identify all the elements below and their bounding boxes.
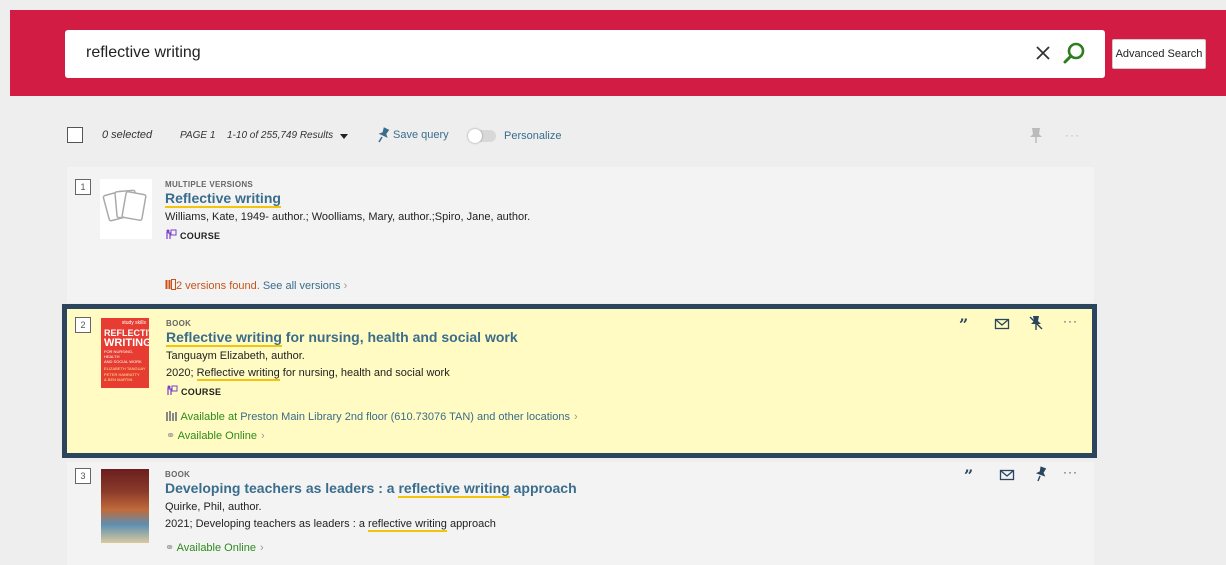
page-indicator: PAGE 1: [180, 130, 216, 141]
personalize-toggle[interactable]: [468, 129, 496, 143]
chevron-right-icon: ›: [573, 411, 578, 423]
personalize-label[interactable]: Personalize: [504, 130, 561, 142]
result-item[interactable]: 2 study skills REFLECTIVE WRITING FOR NU…: [62, 304, 1097, 458]
header-bar: reflective writing Advanced Search: [10, 10, 1226, 96]
see-all-versions-link[interactable]: See all versions: [263, 280, 341, 292]
availability-online[interactable]: ⚭ Available Online ›: [165, 541, 264, 554]
pub-rest: for nursing, health and social work: [279, 367, 450, 379]
course-icon: [166, 229, 177, 239]
title-rest[interactable]: for nursing, health and social work: [282, 329, 518, 345]
chevron-right-icon: ›: [343, 280, 348, 292]
result-type: BOOK: [165, 470, 191, 479]
pub-rest: approach: [446, 518, 496, 530]
book-cover[interactable]: [101, 469, 149, 543]
save-query-button[interactable]: Save query: [393, 129, 449, 141]
result-type: MULTIPLE VERSIONS: [165, 180, 254, 189]
selected-count: 0 selected: [102, 129, 153, 141]
result-publication: 2020; Reflective writing for nursing, he…: [166, 367, 450, 381]
versions-link[interactable]: 2 versions found. See all versions ›: [165, 279, 347, 292]
pub-prefix: 2020;: [166, 367, 197, 379]
versions-icon: [165, 279, 176, 290]
pin-icon[interactable]: [1029, 127, 1043, 143]
cover-sub-2: AND SOCIAL WORK: [104, 359, 142, 364]
results-count[interactable]: 1-10 of 255,749 Results: [227, 130, 333, 141]
pub-highlight: Reflective writing: [196, 367, 280, 381]
result-authors: Tanguaym Elizabeth, author.: [166, 350, 305, 362]
title-rest[interactable]: approach: [510, 480, 577, 496]
location-link[interactable]: Preston Main Library 2nd floor (610.7307…: [240, 411, 570, 423]
result-authors: Quirke, Phil, author.: [165, 501, 262, 513]
availability-physical[interactable]: Available at Preston Main Library 2nd fl…: [166, 411, 578, 423]
chevron-down-icon[interactable]: [340, 134, 348, 139]
citation-icon[interactable]: ”: [957, 316, 973, 332]
select-all-checkbox[interactable]: [67, 127, 83, 143]
unpin-icon[interactable]: [1028, 315, 1044, 331]
course-icon: [167, 385, 178, 395]
advanced-search-button[interactable]: Advanced Search: [1112, 39, 1206, 69]
available-online-link[interactable]: Available Online: [178, 430, 257, 442]
cover-title-2: WRITING: [104, 337, 149, 349]
results-toolbar: 0 selected PAGE 1 1-10 of 255,749 Result…: [67, 125, 1087, 147]
search-input[interactable]: reflective writing: [65, 30, 1105, 78]
pin-icon[interactable]: [377, 127, 391, 143]
close-icon[interactable]: [1031, 41, 1055, 65]
chevron-right-icon: ›: [259, 542, 264, 554]
link-icon: ⚭: [165, 542, 175, 554]
result-title[interactable]: Developing teachers as leaders : a refle…: [165, 480, 577, 498]
availability-online[interactable]: ⚭ Available Online ›: [166, 429, 265, 442]
result-item[interactable]: 1 MULTIPLE VERSIONS Reflective writing W…: [67, 167, 1094, 303]
title-highlight[interactable]: reflective writing: [398, 480, 510, 498]
svg-text:”: ”: [964, 467, 973, 483]
multiple-versions-icon: [100, 179, 152, 239]
result-number: 2: [75, 317, 91, 333]
book-cover[interactable]: study skills REFLECTIVE WRITING FOR NURS…: [101, 318, 149, 388]
svg-text:”: ”: [959, 316, 968, 332]
pub-highlight: reflective writing: [368, 518, 447, 532]
more-options-icon[interactable]: ···: [1065, 128, 1080, 142]
search-query-text[interactable]: reflective writing: [86, 44, 201, 62]
result-type: BOOK: [166, 319, 192, 328]
course-badge: COURSE: [165, 229, 220, 241]
cover-brand: study skills: [121, 320, 146, 326]
title-pre[interactable]: Developing teachers as leaders : a: [165, 480, 398, 496]
pub-prefix: 2021; Developing teachers as leaders : a: [165, 518, 369, 530]
title-highlight[interactable]: Reflective writing: [166, 329, 282, 347]
versions-found: 2 versions found.: [176, 280, 260, 292]
result-authors: Williams, Kate, 1949- author.; Woolliams…: [165, 211, 531, 223]
cover-sub-1: FOR NURSING, HEALTH: [104, 349, 134, 359]
result-publication: 2021; Developing teachers as leaders : a…: [165, 518, 496, 532]
toggle-knob: [468, 129, 482, 143]
email-icon[interactable]: [999, 467, 1015, 483]
available-at-label: Available at: [180, 411, 238, 423]
result-number: 3: [75, 468, 91, 484]
cover-author-3: & BEN MARTIN: [104, 377, 133, 382]
result-item[interactable]: 3 BOOK Developing teachers as leaders : …: [67, 462, 1094, 565]
result-title[interactable]: Reflective writing: [165, 190, 281, 208]
search-icon[interactable]: [1062, 40, 1088, 66]
course-label: COURSE: [181, 387, 222, 397]
course-label: COURSE: [180, 231, 221, 241]
link-icon: ⚭: [166, 430, 176, 442]
available-online-link[interactable]: Available Online: [177, 542, 256, 554]
citation-icon[interactable]: ”: [962, 467, 978, 483]
course-badge: COURSE: [166, 385, 221, 397]
result-number: 1: [75, 179, 91, 195]
email-icon[interactable]: [994, 316, 1010, 332]
more-options-icon[interactable]: ···: [1063, 314, 1078, 328]
chevron-right-icon: ›: [260, 430, 265, 442]
more-options-icon[interactable]: ···: [1063, 465, 1078, 479]
title-highlight[interactable]: Reflective writing: [165, 190, 281, 208]
pin-icon[interactable]: [1033, 466, 1049, 482]
result-title[interactable]: Reflective writing for nursing, health a…: [166, 329, 518, 347]
books-icon: [166, 411, 177, 421]
